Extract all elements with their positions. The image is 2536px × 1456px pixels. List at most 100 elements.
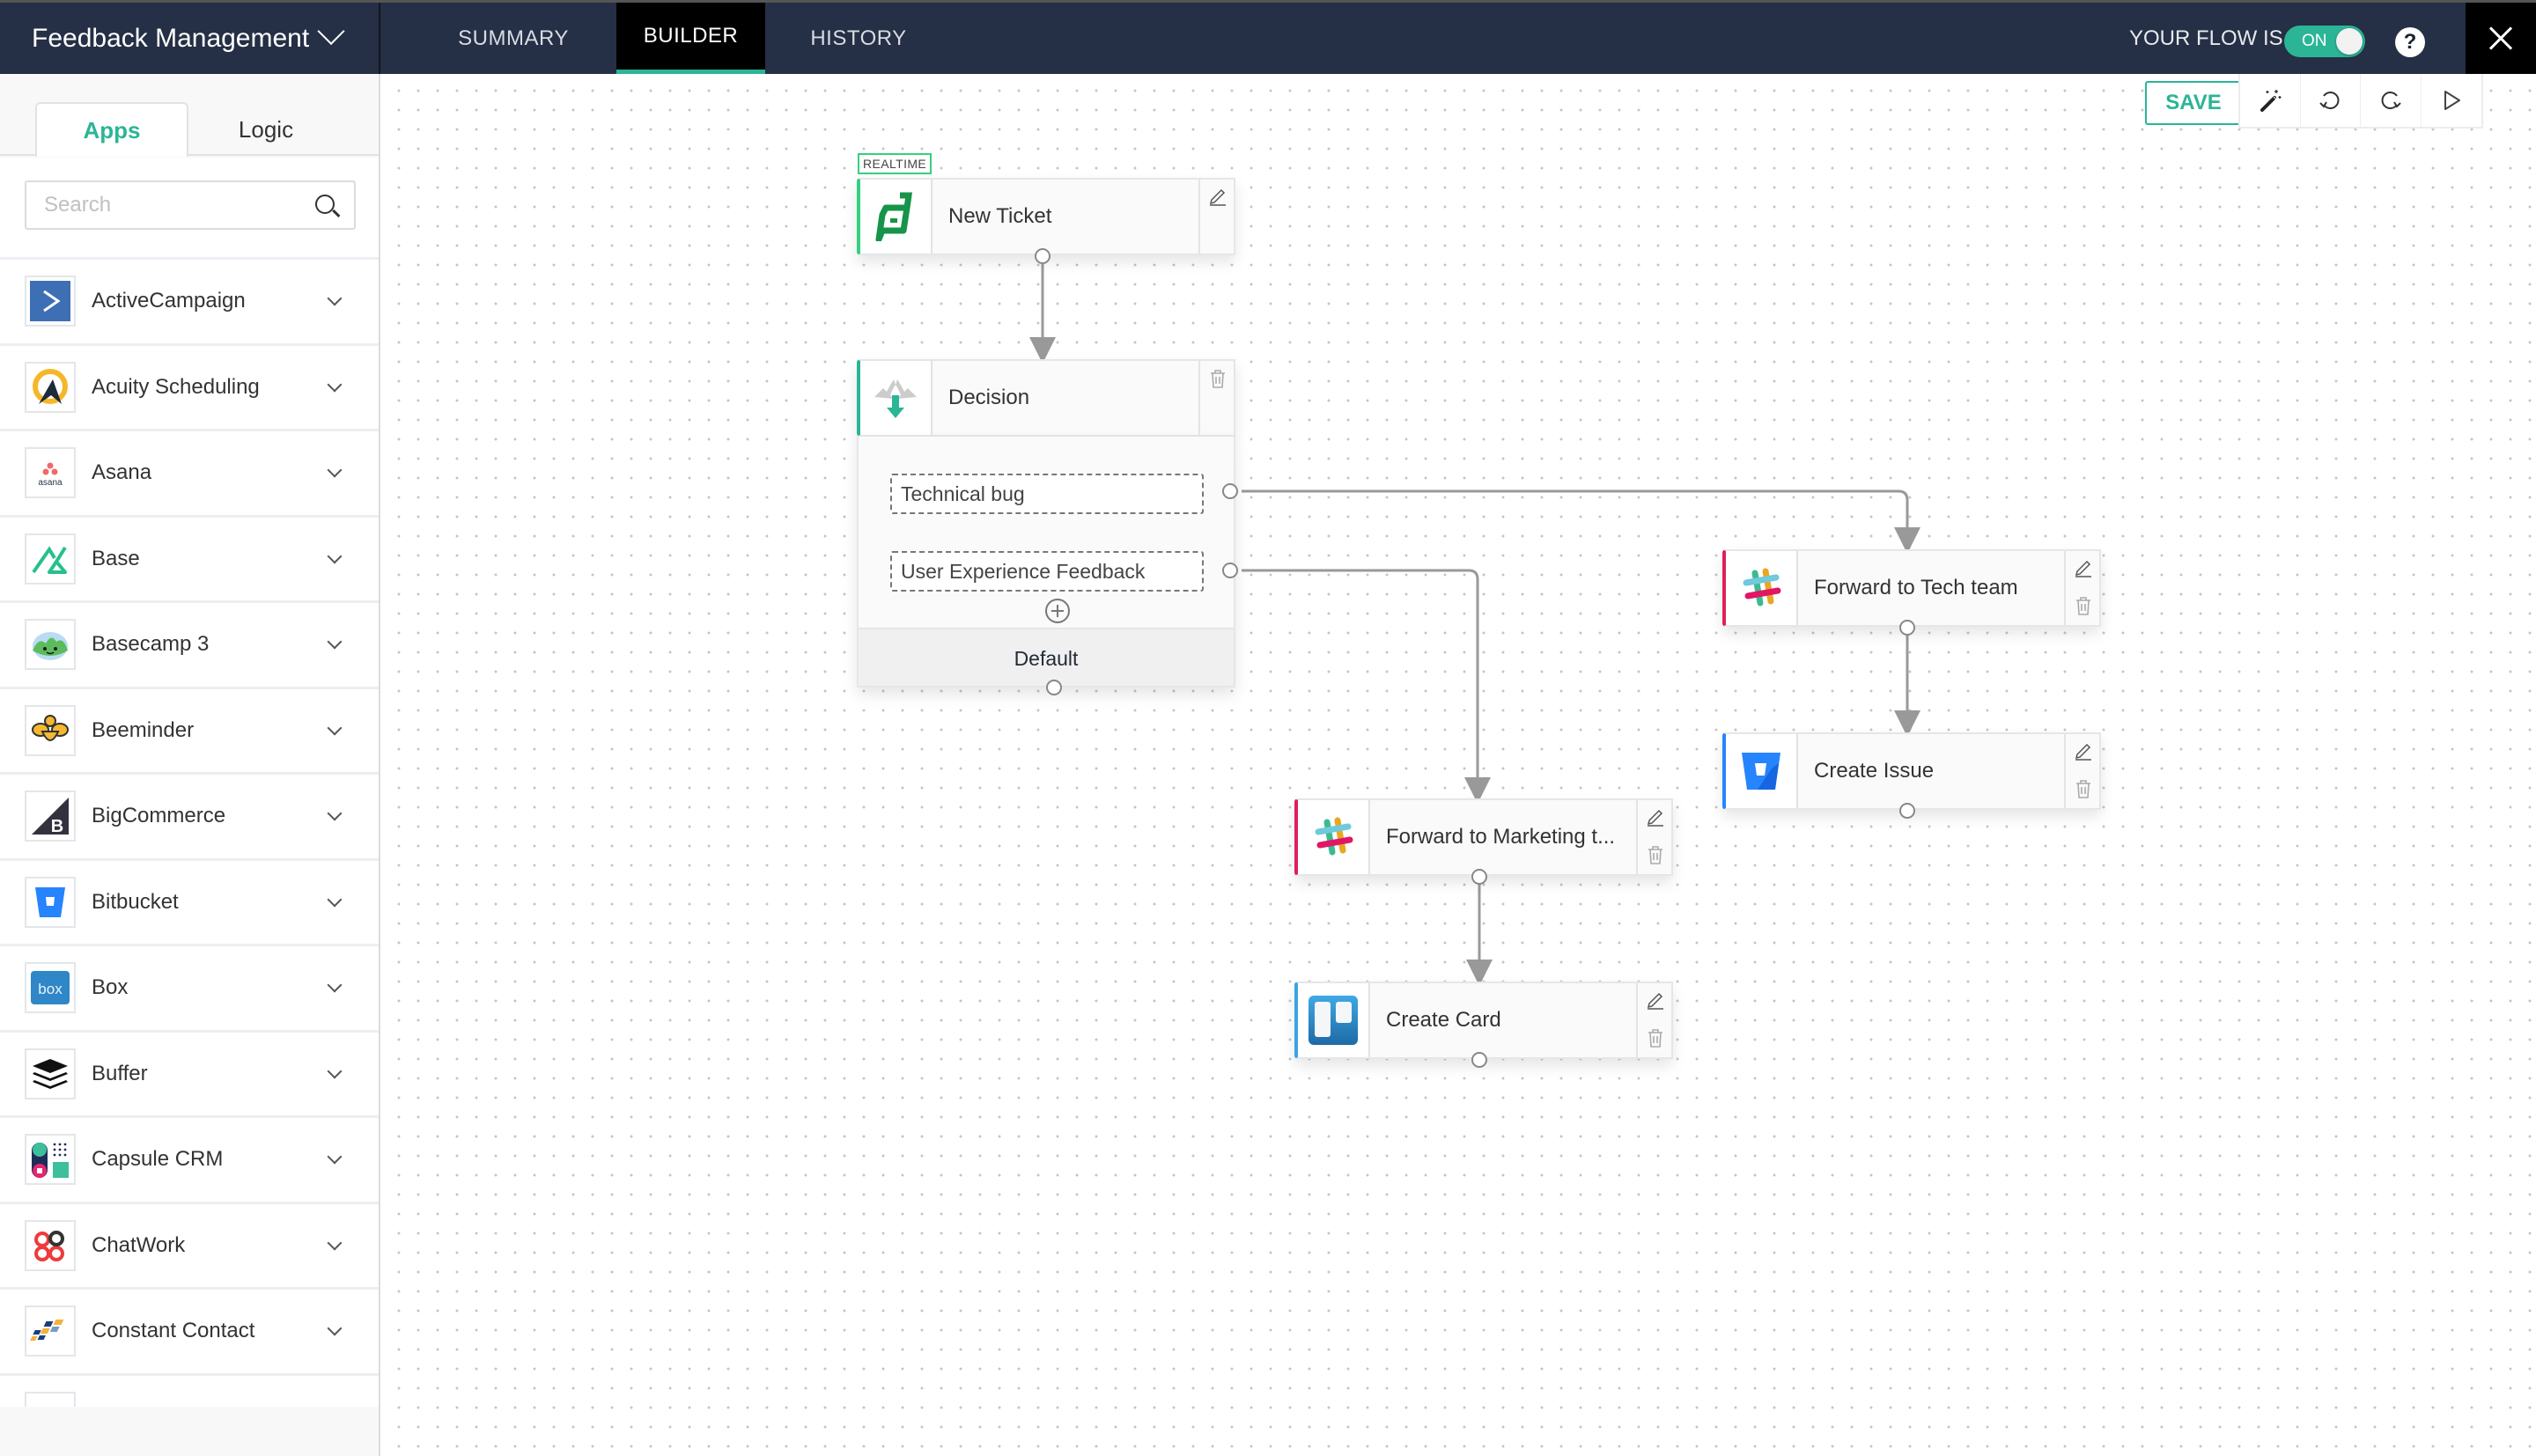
chevron-down-icon[interactable] — [327, 290, 343, 306]
app-name: Box — [92, 975, 129, 999]
default-port[interactable] — [1046, 680, 1062, 695]
app-item-chatwork[interactable]: ChatWork — [0, 1203, 379, 1290]
app-name: ActiveCampaign — [92, 289, 246, 313]
app-item-bitbucket[interactable]: Bitbucket — [0, 860, 379, 946]
tab-builder[interactable]: BUILDER — [616, 3, 765, 74]
sidebar-footer — [0, 1407, 379, 1456]
toggle-label: ON — [2302, 32, 2327, 50]
svg-text:asana: asana — [38, 478, 63, 488]
node-forward-to-tech[interactable]: Forward to Tech team — [1722, 549, 2101, 627]
tab-summary[interactable]: SUMMARY — [439, 3, 588, 74]
app-item-constant-contact[interactable]: Constant Contact — [0, 1290, 379, 1376]
help-button[interactable]: ? — [2395, 27, 2425, 57]
chevron-down-icon[interactable] — [327, 548, 343, 563]
sidebar-tabs: Apps Logic — [0, 74, 379, 157]
app-name: Beeminder — [92, 717, 195, 742]
chevron-down-icon[interactable] — [327, 1063, 343, 1078]
branch-user-experience-feedback[interactable]: User Experience Feedback — [890, 551, 1204, 592]
tab-history[interactable]: HISTORY — [792, 3, 925, 74]
node-actions — [1198, 180, 1234, 254]
chevron-down-icon[interactable] — [327, 977, 343, 993]
flow-canvas[interactable] — [382, 74, 2536, 1456]
chevron-down-icon[interactable] — [327, 377, 343, 392]
chevron-down-icon[interactable] — [327, 720, 343, 735]
output-port[interactable] — [1471, 1052, 1487, 1068]
edit-icon[interactable] — [1645, 805, 1666, 827]
helpdesk-logo-icon — [860, 180, 933, 254]
app-item-bigcommerce[interactable]: B BigCommerce — [0, 775, 379, 861]
buffer-logo-icon — [25, 1048, 76, 1099]
node-new-ticket[interactable]: New Ticket — [857, 178, 1235, 255]
app-item-asana[interactable]: asana Asana — [0, 431, 379, 518]
chevron-down-icon[interactable] — [327, 634, 343, 650]
undo-icon[interactable] — [2301, 74, 2361, 127]
output-port[interactable] — [1899, 803, 1915, 819]
sidebar-tab-apps[interactable]: Apps — [35, 102, 188, 157]
capsule-crm-logo-icon — [25, 1134, 76, 1185]
acuity-scheduling-logo-icon — [25, 361, 76, 413]
app-item-acuity-scheduling[interactable]: Acuity Scheduling — [0, 345, 379, 431]
canvas-toolbar — [2238, 74, 2483, 129]
add-branch-icon[interactable] — [1045, 599, 1070, 623]
play-icon[interactable] — [2422, 74, 2481, 127]
node-actions — [1198, 361, 1234, 435]
node-create-issue[interactable]: Create Issue — [1722, 732, 2101, 810]
close-button[interactable] — [2466, 3, 2536, 74]
edit-icon[interactable] — [2073, 739, 2094, 761]
app-item-activecampaign[interactable]: ActiveCampaign — [0, 260, 379, 346]
app-name: Basecamp 3 — [92, 632, 210, 656]
sidebar-tab-logic[interactable]: Logic — [189, 102, 343, 157]
node-decision[interactable]: Decision — [857, 359, 1235, 437]
trello-logo-icon — [1298, 983, 1370, 1057]
app-name: Constant Contact — [92, 1319, 255, 1342]
node-actions — [1636, 800, 1671, 874]
app-name: BigCommerce — [92, 804, 226, 827]
save-button[interactable]: SAVE — [2145, 81, 2242, 125]
output-port[interactable] — [1899, 620, 1915, 636]
delete-icon[interactable] — [1645, 844, 1666, 865]
magic-wand-icon[interactable] — [2240, 74, 2301, 127]
delete-icon[interactable] — [2073, 778, 2094, 799]
chevron-down-icon[interactable] — [327, 892, 343, 907]
chevron-down-icon[interactable] — [327, 1235, 343, 1250]
node-title: Create Issue — [1814, 759, 1935, 783]
app-item-beeminder[interactable]: Beeminder — [0, 688, 379, 775]
activecampaign-logo-icon — [25, 276, 76, 327]
flow-title-dropdown[interactable]: Feedback Management — [0, 3, 380, 74]
decision-branches: Technical bug User Experience Feedback D… — [857, 437, 1235, 688]
app-name: Bitbucket — [92, 889, 179, 914]
app-item-box[interactable]: box Box — [0, 946, 379, 1033]
flow-on-toggle[interactable]: ON — [2284, 26, 2365, 57]
delete-icon[interactable] — [2073, 595, 2094, 616]
box-logo-icon: box — [25, 962, 76, 1013]
app-item-buffer[interactable]: Buffer — [0, 1032, 379, 1118]
beeminder-logo-icon — [25, 704, 76, 756]
app-name: Acuity Scheduling — [92, 374, 260, 399]
branch-technical-bug[interactable]: Technical bug — [890, 474, 1204, 514]
node-actions — [2064, 734, 2099, 808]
node-forward-to-marketing[interactable]: Forward to Marketing t... — [1294, 798, 1673, 876]
edit-icon[interactable] — [1207, 185, 1228, 206]
redo-icon[interactable] — [2361, 74, 2422, 127]
chevron-down-icon[interactable] — [327, 462, 343, 478]
edit-icon[interactable] — [1645, 989, 1666, 1010]
bitbucket-logo-icon — [25, 876, 76, 928]
output-port[interactable] — [1035, 248, 1051, 264]
edit-icon[interactable] — [2073, 556, 2094, 577]
chevron-down-icon[interactable] — [327, 1320, 343, 1336]
app-item-capsule-crm[interactable]: Capsule CRM — [0, 1118, 379, 1204]
search-icon[interactable] — [315, 195, 335, 214]
branch-port-ux[interactable] — [1222, 563, 1238, 578]
app-item-base[interactable]: Base — [0, 517, 379, 603]
branch-port-technical-bug[interactable] — [1222, 483, 1238, 499]
sidebar: Apps Logic ActiveCampaign Acuity Schedul… — [0, 74, 380, 1456]
app-item-basecamp-3[interactable]: Basecamp 3 — [0, 603, 379, 689]
output-port[interactable] — [1471, 869, 1487, 885]
delete-icon[interactable] — [1645, 1027, 1666, 1048]
search-input[interactable] — [25, 180, 356, 230]
branch-default[interactable]: Default — [859, 628, 1234, 686]
delete-icon[interactable] — [1207, 368, 1228, 389]
node-create-card[interactable]: Create Card — [1294, 982, 1673, 1059]
chevron-down-icon[interactable] — [327, 1149, 343, 1165]
chevron-down-icon[interactable] — [327, 805, 343, 821]
